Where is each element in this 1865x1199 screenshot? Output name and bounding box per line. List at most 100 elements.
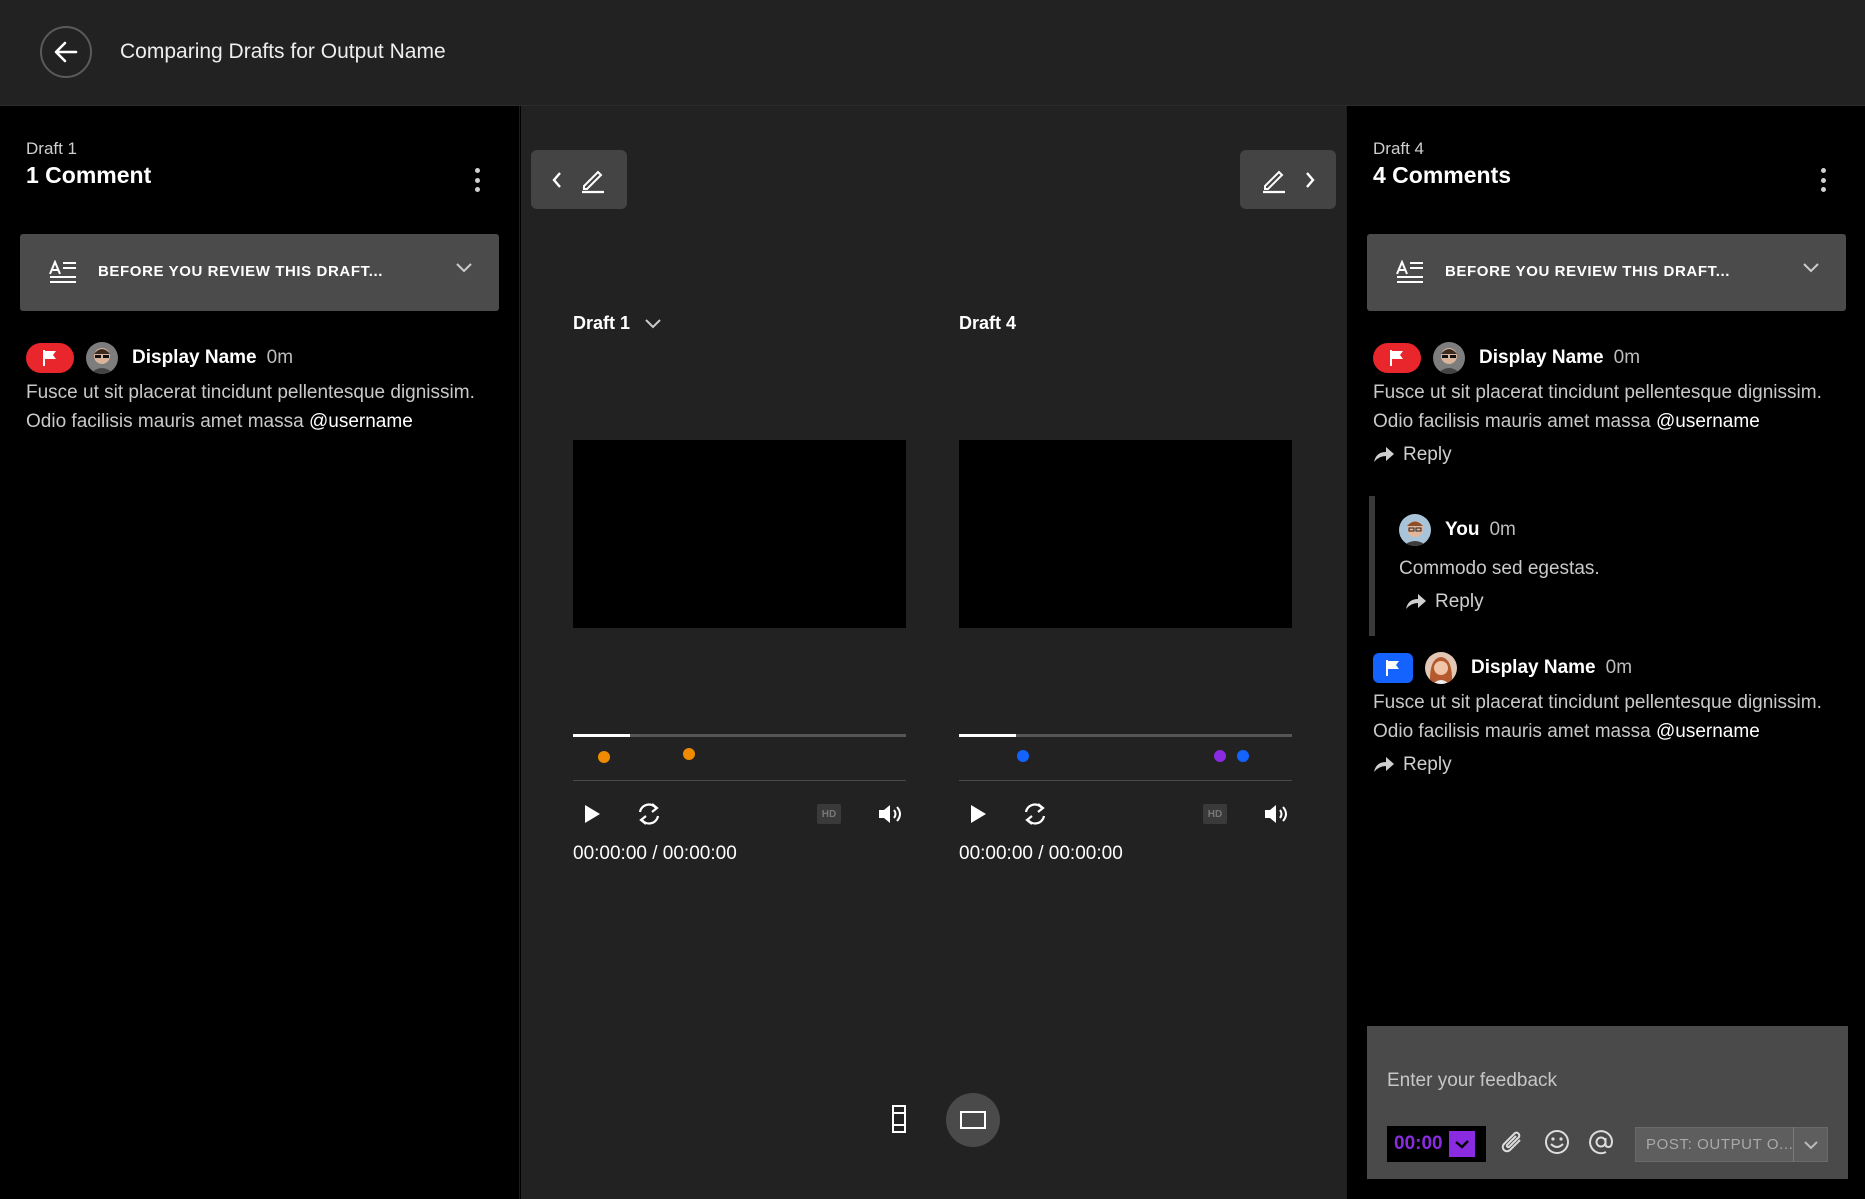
post-button[interactable]: POST: OUTPUT O... [1635, 1127, 1828, 1162]
reply-label: Reply [1403, 754, 1452, 775]
mention-link[interactable]: @username [1656, 411, 1760, 432]
hd-toggle[interactable]: HD [1203, 804, 1227, 824]
kebab-dot [1820, 187, 1826, 192]
feedback-composer: 00:00 POST: OUTPUT O... [1367, 1026, 1848, 1179]
comment-body: Commodo sed egestas. [1399, 558, 1600, 579]
playback-timestamp: 00:00:00 / 00:00:00 [959, 843, 1123, 864]
comment-time: 0m [266, 347, 294, 368]
single-view-icon[interactable] [891, 1104, 907, 1134]
comment: Display Name 0m Fusce ut sit placerat ti… [1373, 342, 1843, 466]
timecode-toggle[interactable]: 00:00 [1387, 1126, 1486, 1162]
kebab-icon [474, 168, 480, 173]
volume-icon[interactable] [877, 802, 905, 826]
playback-timestamp: 00:00:00 / 00:00:00 [573, 843, 737, 864]
comment-marker[interactable] [683, 748, 695, 760]
page-title: Comparing Drafts for Output Name [120, 40, 446, 63]
comment: Display Name 0m Fusce ut sit placerat ti… [26, 342, 496, 436]
review-instructions-dropdown[interactable]: BEFORE YOU REVIEW THIS DRAFT... [20, 234, 499, 311]
back-button[interactable] [40, 26, 92, 78]
post-button-label: POST: OUTPUT O... [1646, 1136, 1794, 1153]
hd-toggle[interactable]: HD [817, 804, 841, 824]
chevron-down-icon [645, 318, 661, 328]
mention-icon[interactable] [1587, 1128, 1615, 1156]
reply-arrow-icon [1374, 757, 1394, 772]
chevron-down-icon[interactable] [1793, 1127, 1827, 1162]
attachment-icon[interactable] [1500, 1128, 1526, 1158]
mention-link[interactable]: @username [309, 411, 413, 432]
play-icon[interactable] [969, 804, 987, 824]
feedback-input[interactable] [1387, 1066, 1827, 1096]
comment-author: Display Name [132, 347, 257, 368]
mention-link[interactable]: @username [1656, 721, 1760, 742]
avatar-image [86, 342, 118, 374]
reply-label: Reply [1435, 591, 1484, 612]
video-player-right[interactable] [959, 440, 1292, 628]
kebab-dot [474, 177, 480, 183]
comment-time: 0m [1605, 657, 1633, 678]
checkmark-icon [1448, 1131, 1475, 1157]
next-draft-annotate-button[interactable] [1240, 150, 1336, 209]
comment-body: Fusce ut sit placerat tincidunt pellente… [1373, 378, 1843, 436]
comment-time: 0m [1613, 347, 1641, 368]
kebab-icon [1820, 168, 1826, 173]
compare-viewer: Draft 1 HD 00:00:00 / 00:00:00 Draft 4 H… [521, 106, 1346, 1199]
chevron-down-icon [1803, 263, 1819, 273]
review-instructions-dropdown[interactable]: BEFORE YOU REVIEW THIS DRAFT... [1367, 234, 1846, 311]
draft-selector[interactable]: Draft 1 [573, 313, 662, 334]
top-header: Comparing Drafts for Output Name [0, 0, 1865, 106]
pencil-icon [582, 170, 604, 193]
reply-button[interactable]: Reply [1405, 591, 1515, 613]
avatar [1425, 652, 1457, 684]
left-comments-panel: Draft 1 1 Comment BEFORE YOU REVIEW THIS… [0, 106, 520, 1199]
flag-button[interactable] [1373, 343, 1421, 373]
arrow-left-icon [54, 41, 78, 63]
avatar [1433, 342, 1465, 374]
comment-time: 0m [1489, 519, 1516, 540]
progress-bar-right[interactable] [959, 734, 1292, 737]
right-comments-panel: Draft 4 4 Comments BEFORE YOU REVIEW THI… [1346, 106, 1865, 1199]
side-by-side-view-button[interactable] [946, 1093, 1000, 1147]
video-player-left[interactable] [573, 440, 906, 628]
divider [573, 780, 906, 781]
comment: You 0m Commodo sed egestas. Reply [1399, 514, 1865, 613]
comment-marker[interactable] [1214, 750, 1226, 762]
avatar [86, 342, 118, 374]
flag-button[interactable] [26, 343, 74, 373]
comment-marker[interactable] [1237, 750, 1249, 762]
review-prompt-label: BEFORE YOU REVIEW THIS DRAFT... [98, 263, 384, 280]
kebab-dot [1820, 177, 1826, 183]
emoji-icon[interactable] [1543, 1128, 1571, 1156]
comment: Display Name 0m Fusce ut sit placerat ti… [1373, 652, 1843, 776]
play-icon[interactable] [583, 804, 601, 824]
flag-icon [1390, 350, 1403, 366]
text-align-icon [1396, 260, 1423, 283]
comment-marker[interactable] [1017, 750, 1029, 762]
comment-body: Fusce ut sit placerat tincidunt pellente… [1373, 688, 1843, 746]
flag-button[interactable] [1373, 653, 1413, 683]
progress-fill [959, 734, 1016, 737]
chevron-right-icon [1306, 171, 1315, 188]
progress-bar-left[interactable] [573, 734, 906, 737]
reply-arrow-icon [1406, 594, 1426, 609]
flag-icon [43, 350, 56, 366]
more-options-button[interactable] [1813, 166, 1833, 194]
reply-label: Reply [1403, 444, 1452, 465]
draft-label: Draft 4 [1373, 139, 1425, 158]
avatar-image [1425, 652, 1457, 684]
reply-button[interactable]: Reply [1373, 754, 1483, 776]
previous-draft-annotate-button[interactable] [531, 150, 627, 209]
timecode-value: 00:00 [1394, 1133, 1443, 1154]
comment-author: You [1445, 519, 1480, 540]
comment-marker[interactable] [598, 751, 610, 763]
reply-button[interactable]: Reply [1373, 444, 1483, 466]
comment-count: 4 Comments [1373, 162, 1512, 188]
more-options-button[interactable] [467, 166, 487, 194]
pencil-icon [1263, 170, 1285, 193]
loop-icon[interactable] [1020, 800, 1050, 828]
chevron-down-icon [456, 263, 472, 273]
comment-author: Display Name [1479, 347, 1604, 368]
volume-icon[interactable] [1263, 802, 1291, 826]
avatar-image [1433, 342, 1465, 374]
loop-icon[interactable] [634, 800, 664, 828]
chevron-left-icon [552, 171, 561, 188]
